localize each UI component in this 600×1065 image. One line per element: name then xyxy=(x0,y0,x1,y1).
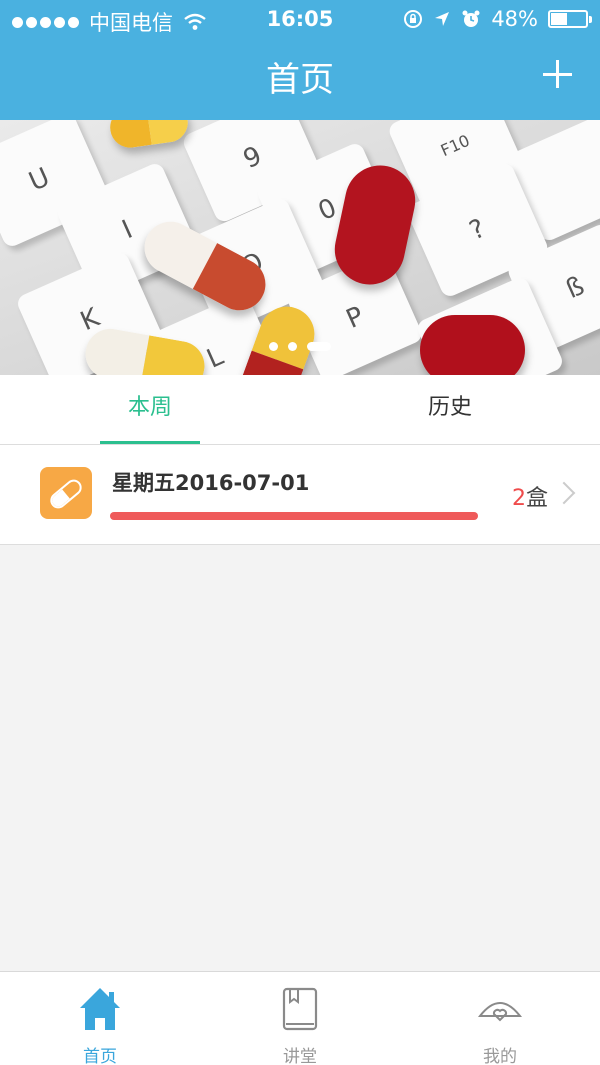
add-button[interactable] xyxy=(538,54,578,94)
tab-history[interactable]: 历史 xyxy=(300,375,600,445)
book-icon xyxy=(282,987,318,1031)
profile-icon xyxy=(478,1002,522,1022)
banner-carousel[interactable]: U 9 F10 I 0 ? ß O P K L @ xyxy=(0,120,600,375)
battery-icon xyxy=(548,10,592,28)
segment-tabs: 本周 历史 xyxy=(0,375,600,445)
count-unit: 盒 xyxy=(525,486,548,511)
carousel-dot-active[interactable] xyxy=(307,342,331,351)
tab-selected-indicator xyxy=(100,441,200,444)
carousel-indicator[interactable] xyxy=(0,342,600,351)
tabbar-item-mine[interactable]: 我的 xyxy=(400,972,600,1065)
location-arrow-icon xyxy=(435,12,450,26)
carousel-dot[interactable] xyxy=(269,342,278,351)
alarm-icon xyxy=(462,10,480,27)
tabbar-label-lecture: 讲堂 xyxy=(283,1047,317,1065)
pill-icon xyxy=(40,467,92,519)
tabbar-label-mine: 我的 xyxy=(483,1047,517,1065)
tabbar-label-home: 首页 xyxy=(83,1047,117,1065)
item-count: 2盒 xyxy=(512,480,548,512)
count-number: 2 xyxy=(511,486,526,511)
rotation-lock-icon xyxy=(404,10,423,28)
list-item[interactable]: 星期五2016-07-01 2盒 xyxy=(0,445,600,545)
capsule-pill xyxy=(107,120,191,151)
carousel-dot[interactable] xyxy=(288,342,297,351)
item-title: 星期五2016-07-01 xyxy=(112,471,310,495)
battery-percent: 48% xyxy=(491,7,538,31)
bottom-tab-bar: 首页 讲堂 我的 xyxy=(0,971,600,1065)
progress-bar xyxy=(110,512,478,520)
home-icon xyxy=(80,988,120,1030)
tabbar-item-lecture[interactable]: 讲堂 xyxy=(200,972,400,1065)
status-bar: 中国电信 16:05 48% xyxy=(0,0,600,40)
tabbar-item-home[interactable]: 首页 xyxy=(0,972,200,1065)
top-bar: 中国电信 16:05 48% 首页 xyxy=(0,0,600,120)
chevron-right-icon xyxy=(552,481,576,505)
tab-this-week[interactable]: 本周 xyxy=(0,375,300,445)
page-title: 首页 xyxy=(266,60,334,100)
